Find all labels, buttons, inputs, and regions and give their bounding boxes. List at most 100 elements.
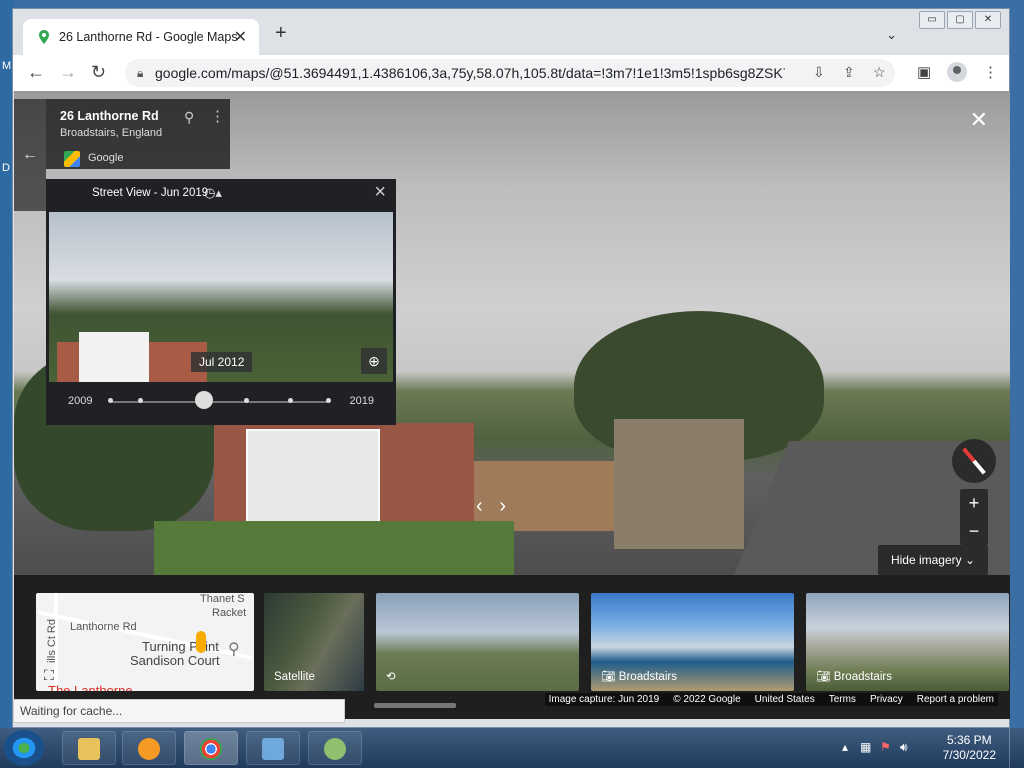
timeline-tick[interactable] (108, 398, 113, 403)
reload-icon[interactable]: ↻ (91, 62, 106, 83)
zoom-out-button[interactable]: − (960, 517, 988, 545)
privacy-link[interactable]: Privacy (870, 694, 903, 705)
imagery-strip: Thanet S Racket Lanthorne Rd ills Ct Rd … (14, 575, 1010, 719)
place-info-panel: 26 Lanthorne Rd Broadstairs, England ⚲ ⋮… (46, 99, 230, 169)
place-name[interactable]: 26 Lanthorne Rd (60, 109, 159, 123)
photo-caption-text: Broadstairs (618, 671, 677, 683)
install-app-icon[interactable]: ⇩ (813, 64, 825, 81)
map-label: Turning Point (142, 639, 219, 654)
fullscreen-icon[interactable]: ⛶ (44, 667, 54, 684)
time-machine-header: Street View - Jun 2019 (92, 187, 209, 199)
window-controls: ▭ ▢ ✕ (919, 11, 1001, 29)
bookmark-star-icon[interactable]: ☆ (873, 64, 886, 81)
street-view-thumbnail[interactable]: ⟲ (376, 593, 579, 691)
compass-icon[interactable] (952, 439, 996, 483)
clock-date: 7/30/2022 (942, 748, 996, 762)
timeline-slider-handle[interactable] (194, 391, 213, 409)
maps-viewport: ‹ › ← 26 Lanthorne Rd Broadstairs, Engla… (14, 91, 1010, 719)
hide-imagery-button[interactable]: Hide imagery ⌄ (878, 545, 988, 575)
flint-wall (614, 419, 744, 549)
more-options-icon[interactable]: ⋮ (210, 107, 225, 125)
timeline-tick[interactable] (288, 398, 293, 403)
strip-scrollbar[interactable] (374, 703, 456, 708)
timeline-tick[interactable] (326, 398, 331, 403)
zoom-in-icon[interactable]: ⊕ (361, 348, 387, 374)
historic-thumbnail[interactable]: Jul 2012 ⊕ (49, 212, 393, 382)
close-window-button[interactable]: ✕ (975, 11, 1001, 29)
control-panel-taskbar-button[interactable] (246, 731, 300, 765)
satellite-label: Satellite (274, 671, 315, 683)
status-bubble: Waiting for cache... (13, 699, 345, 723)
desktop-letter-m: M (2, 60, 12, 72)
date-badge: Jul 2012 (191, 352, 253, 372)
terms-link[interactable]: Terms (829, 694, 856, 705)
maps-footer: Image capture: Jun 2019 © 2022 Google Unit… (544, 693, 998, 706)
photo-thumbnail-broadstairs-cliff[interactable]: 📷︎ Broadstairs (806, 593, 1009, 691)
close-popup-icon[interactable]: × (374, 181, 386, 204)
timeline-track[interactable] (112, 401, 330, 403)
map-pin-icon: ⚲ (228, 641, 240, 658)
tray-expand-icon[interactable]: ▴ (842, 740, 848, 754)
map-label: Sandison Court (130, 653, 220, 668)
taskbar: ▴ ▦ ⚑ 🔊︎ 5:36 PM 7/30/2022 (0, 728, 1024, 768)
image-capture-date: Image capture: Jun 2019 (548, 694, 660, 705)
lawn (154, 521, 514, 575)
report-problem-link[interactable]: Report a problem (917, 694, 994, 705)
desktop-letter-d: D (2, 162, 10, 174)
timeline-tick[interactable] (138, 398, 143, 403)
photo-caption-text: Broadstairs (833, 671, 892, 683)
place-region: Broadstairs, England (60, 127, 163, 139)
address-bar[interactable]: 🔒︎ google.com/maps/@51.3694491,1.4386106… (125, 59, 895, 87)
explorer-taskbar-button[interactable] (62, 731, 116, 765)
google-photos-logo-icon (64, 151, 80, 167)
tab-strip: 26 Lanthorne Rd - Google Maps ✕ + ⌄ ▭ ▢ … (13, 9, 1009, 55)
profile-avatar[interactable] (947, 62, 967, 82)
share-icon[interactable]: ⇪ (843, 64, 855, 81)
map-label: Thanet S (200, 593, 245, 605)
location-pin-icon[interactable]: ⚲ (184, 109, 194, 126)
network-taskbar-button[interactable] (308, 731, 362, 765)
copyright: © 2022 Google (673, 694, 741, 705)
photo-caption: 📷︎ Broadstairs (816, 671, 892, 683)
map-label: ills Ct Rd (46, 618, 59, 664)
360-icon: ⟲ (386, 671, 396, 683)
photo-thumbnail-broadstairs-beach[interactable]: 📷︎ Broadstairs (591, 593, 794, 691)
map-label: The Lanthorne (48, 683, 133, 691)
tray-action-center-icon[interactable]: ⚑ (880, 740, 891, 754)
new-tab-button[interactable]: + (275, 23, 287, 43)
map-thumbnail[interactable]: Thanet S Racket Lanthorne Rd ills Ct Rd … (36, 593, 254, 691)
media-player-taskbar-button[interactable] (122, 731, 176, 765)
start-button[interactable] (4, 730, 44, 766)
timeline-tick[interactable] (244, 398, 249, 403)
taskbar-clock[interactable]: 5:36 PM 7/30/2022 (943, 733, 996, 763)
tray-network-icon[interactable]: ▦ (860, 740, 871, 754)
country-link[interactable]: United States (755, 694, 815, 705)
minimize-button[interactable]: ▭ (919, 11, 945, 29)
map-label: Racket (212, 607, 247, 619)
lock-icon[interactable]: 🔒︎ (137, 66, 143, 81)
side-panel-icon[interactable]: ▣ (917, 63, 931, 81)
forward-arrow-icon[interactable]: → (59, 62, 77, 83)
tab-google-maps[interactable]: 26 Lanthorne Rd - Google Maps ✕ (23, 19, 259, 55)
menu-kebab-icon[interactable]: ⋮ (983, 63, 998, 81)
image-source: Google (88, 152, 124, 164)
back-to-map-arrow-icon[interactable]: ← (14, 99, 46, 211)
back-arrow-icon[interactable]: ← (27, 62, 45, 83)
tab-close-icon[interactable]: ✕ (234, 27, 247, 47)
street-nav-arrow-icon[interactable]: ‹ › (476, 495, 506, 518)
close-street-view-icon[interactable]: ✕ (970, 107, 988, 133)
browser-window: 26 Lanthorne Rd - Google Maps ✕ + ⌄ ▭ ▢ … (12, 8, 1010, 728)
show-desktop-button[interactable] (1009, 728, 1024, 768)
zoom-in-button[interactable]: + (960, 489, 988, 517)
url-text[interactable]: google.com/maps/@51.3694491,1.4386106,3a… (155, 65, 785, 81)
tab-search-icon[interactable]: ⌄ (886, 27, 897, 43)
chrome-taskbar-button[interactable] (184, 731, 238, 765)
maximize-button[interactable]: ▢ (947, 11, 973, 29)
map-label: Lanthorne Rd (70, 621, 137, 633)
satellite-thumbnail[interactable]: Satellite (264, 593, 364, 691)
tray-volume-icon[interactable]: 🔊︎ (900, 740, 908, 755)
year-start: 2009 (68, 395, 93, 407)
year-end: 2019 (349, 395, 374, 407)
thumb-conservatory (79, 332, 149, 382)
pegman-icon[interactable] (196, 631, 206, 653)
